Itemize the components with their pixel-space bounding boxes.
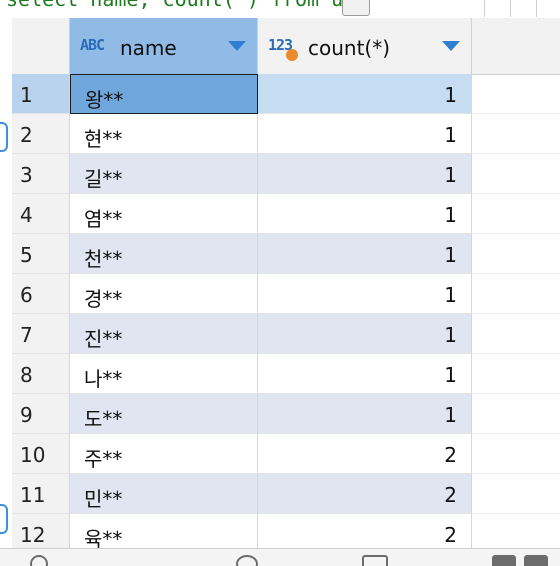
table-row[interactable]: 10 주** 2	[12, 434, 560, 474]
table-row[interactable]: 12 육** 2	[12, 514, 560, 548]
table-row[interactable]: 1 왕** 1	[12, 74, 560, 114]
empty-cell	[472, 394, 560, 434]
chevron-down-icon[interactable]	[442, 41, 460, 51]
name-cell[interactable]: 육**	[70, 514, 258, 548]
row-number[interactable]: 2	[12, 114, 70, 154]
table-row[interactable]: 5 천** 1	[12, 234, 560, 274]
name-cell[interactable]: 현**	[70, 114, 258, 154]
empty-cell	[472, 194, 560, 234]
column-header-label: name	[120, 36, 177, 60]
empty-cell	[472, 434, 560, 474]
row-number[interactable]: 3	[12, 154, 70, 194]
count-cell[interactable]: 1	[258, 114, 472, 154]
table-row[interactable]: 11 민** 2	[12, 474, 560, 514]
empty-cell	[472, 114, 560, 154]
empty-cell	[472, 234, 560, 274]
toolbar-icon[interactable]	[492, 555, 516, 566]
result-grid[interactable]: ABC name 123 count(*) 1 왕** 1 2 현** 1 3 …	[12, 18, 560, 548]
name-cell[interactable]: 왕**	[70, 74, 258, 114]
name-cell[interactable]: 경**	[70, 274, 258, 314]
editor-divider	[484, 0, 485, 17]
table-row[interactable]: 7 진** 1	[12, 314, 560, 354]
editor-button-icon[interactable]	[342, 0, 370, 16]
row-number[interactable]: 4	[12, 194, 70, 234]
count-cell[interactable]: 1	[258, 74, 472, 114]
panel-toggle-icon[interactable]	[0, 122, 8, 152]
column-header-count[interactable]: 123 count(*)	[258, 18, 472, 74]
count-cell[interactable]: 2	[258, 434, 472, 474]
empty-cell	[472, 474, 560, 514]
key-dot-icon	[286, 49, 298, 61]
name-cell[interactable]: 길**	[70, 154, 258, 194]
sql-editor-text[interactable]: select name, count(*) from ust	[6, 0, 367, 11]
table-row[interactable]: 6 경** 1	[12, 274, 560, 314]
count-cell[interactable]: 1	[258, 274, 472, 314]
name-cell[interactable]: 주**	[70, 434, 258, 474]
row-number[interactable]: 11	[12, 474, 70, 514]
row-number[interactable]: 8	[12, 354, 70, 394]
row-number[interactable]: 10	[12, 434, 70, 474]
toolbar-icon[interactable]	[362, 555, 388, 566]
count-cell[interactable]: 1	[258, 154, 472, 194]
count-cell[interactable]: 1	[258, 234, 472, 274]
name-cell[interactable]: 진**	[70, 314, 258, 354]
editor-divider	[536, 0, 537, 17]
sql-editor-strip[interactable]: select name, count(*) from ust	[0, 0, 560, 19]
row-number[interactable]: 6	[12, 274, 70, 314]
toolbar-icon[interactable]	[30, 555, 48, 566]
table-row[interactable]: 4 염** 1	[12, 194, 560, 234]
count-cell[interactable]: 2	[258, 514, 472, 548]
name-cell[interactable]: 민**	[70, 474, 258, 514]
empty-cell	[472, 274, 560, 314]
table-row[interactable]: 2 현** 1	[12, 114, 560, 154]
row-number[interactable]: 1	[12, 74, 70, 114]
bottom-toolbar	[0, 548, 560, 566]
name-cell[interactable]: 염**	[70, 194, 258, 234]
chevron-down-icon[interactable]	[228, 41, 246, 51]
name-cell[interactable]: 천**	[70, 234, 258, 274]
left-tool-strip	[0, 18, 12, 548]
empty-cell	[472, 154, 560, 194]
empty-cell	[472, 314, 560, 354]
panel-toggle-icon[interactable]	[0, 504, 8, 534]
empty-cell	[472, 74, 560, 114]
table-row[interactable]: 3 길** 1	[12, 154, 560, 194]
table-row[interactable]: 9 도** 1	[12, 394, 560, 434]
editor-divider	[510, 0, 511, 17]
toolbar-icon[interactable]	[236, 555, 258, 566]
row-number[interactable]: 12	[12, 514, 70, 548]
row-number[interactable]: 9	[12, 394, 70, 434]
header-corner[interactable]	[12, 18, 70, 74]
count-cell[interactable]: 1	[258, 354, 472, 394]
row-number[interactable]: 7	[12, 314, 70, 354]
count-cell[interactable]: 1	[258, 394, 472, 434]
count-cell[interactable]: 2	[258, 474, 472, 514]
count-cell[interactable]: 1	[258, 194, 472, 234]
name-cell[interactable]: 도**	[70, 394, 258, 434]
column-header-name[interactable]: ABC name	[70, 18, 258, 74]
empty-cell	[472, 514, 560, 548]
table-row[interactable]: 8 나** 1	[12, 354, 560, 394]
abc-type-icon: ABC	[80, 36, 105, 54]
empty-cell	[472, 354, 560, 394]
header-empty	[472, 18, 560, 74]
grid-header: ABC name 123 count(*)	[12, 18, 560, 75]
toolbar-icon[interactable]	[524, 555, 548, 566]
column-header-label: count(*)	[308, 36, 391, 60]
name-cell[interactable]: 나**	[70, 354, 258, 394]
count-cell[interactable]: 1	[258, 314, 472, 354]
row-number[interactable]: 5	[12, 234, 70, 274]
